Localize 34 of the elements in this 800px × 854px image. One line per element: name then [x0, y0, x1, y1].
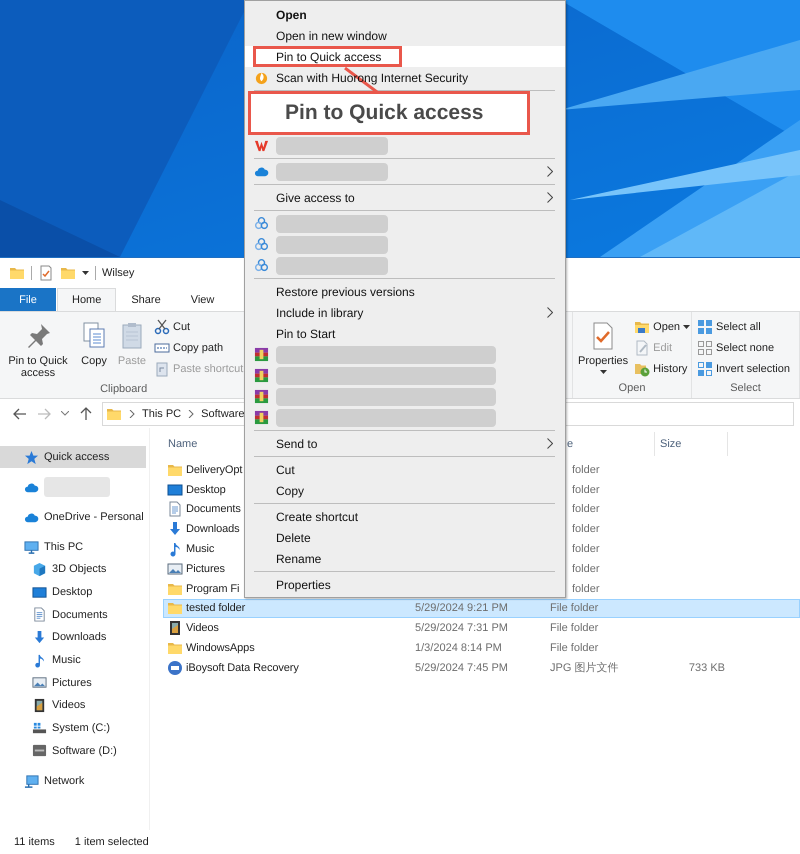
type-cell-text: folder [571, 484, 601, 496]
selection-count: 1 item selected [74, 836, 149, 848]
date-cell-text: 5/29/2024 9:21 PM [414, 602, 509, 614]
type-cell-text: folder [571, 523, 601, 536]
date-cell-text: 5/29/2024 7:45 PM [414, 662, 509, 674]
file-name: Desktop [186, 484, 226, 496]
group-label: Clipboard [100, 383, 148, 397]
file-name: DeliveryOpt [186, 464, 242, 476]
type-cell-text: folder [571, 464, 601, 476]
type-cell-text: folder [571, 543, 601, 556]
group-label: Select [730, 382, 761, 396]
type-cell-text: File folder [549, 602, 600, 614]
type-cell-text: JPG 图片文件 [549, 660, 620, 676]
date-cell-text: 5/29/2024 7:31 PM [414, 622, 509, 634]
file-name: iBoysoft Data Recovery [186, 662, 299, 674]
file-name: tested folder [186, 602, 246, 614]
file-name: Downloads [186, 523, 240, 536]
window-title: Wilsey [102, 267, 134, 279]
file-name: Documents [186, 503, 241, 516]
file-name: Pictures [186, 562, 225, 575]
file-name: Program Fi [186, 582, 240, 595]
callout: Pin to Quick access [248, 91, 530, 135]
file-name: Music [186, 543, 214, 556]
type-cell-text: folder [571, 503, 601, 516]
type-cell-text: File folder [549, 622, 600, 634]
type-cell-text: folder [571, 562, 601, 575]
group-label: Open [618, 382, 646, 396]
date-cell-text: 1/3/2024 8:14 PM [414, 642, 503, 654]
type-cell-text: folder [571, 582, 601, 595]
size-cell-text: 733 KB [688, 662, 726, 674]
type-cell-text: File folder [549, 642, 600, 654]
file-name: Videos [186, 622, 219, 634]
file-name: WindowsApps [186, 642, 255, 654]
item-count: 11 items [14, 836, 55, 848]
